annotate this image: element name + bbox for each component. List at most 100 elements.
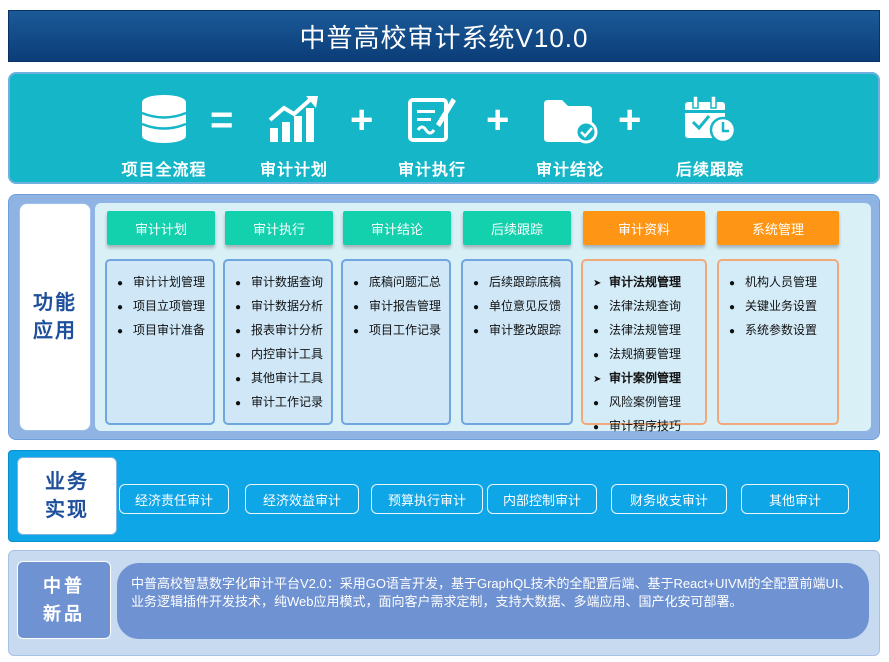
list-item: ➤ 审计法规管理 — [593, 271, 705, 295]
flow-label: 后续跟踪 — [675, 162, 744, 179]
module-box-audit-plan: ● 审计计划管理 ● 项目立项管理 ● 项目审计准备 — [105, 259, 215, 425]
bullet-icon: ● — [729, 302, 736, 313]
module-header-audit-materials: 审计资料 — [583, 211, 705, 245]
plus-operator: + — [618, 98, 642, 142]
list-item: ● 风险案例管理 — [593, 391, 705, 415]
list-item: ● 法律法规查询 — [593, 295, 705, 319]
bullet-icon: ● — [117, 278, 124, 289]
flow-label: 审计执行 — [397, 162, 466, 179]
module-box-audit-execution: ● 审计数据查询 ● 审计数据分析 ● 报表审计分析 ● 内控审计工具 ● 其他审计工具 … — [223, 259, 333, 425]
module-box-system-management: ● 机构人员管理 ● 关键业务设置 ● 系统参数设置 — [717, 259, 839, 425]
list-item: ● 底稿问题汇总 — [353, 271, 449, 295]
bullet-icon: ● — [473, 302, 480, 313]
list-item: ● 审计计划管理 — [117, 271, 213, 295]
bullet-icon: ● — [729, 326, 736, 337]
list-item: ● 审计报告管理 — [353, 295, 449, 319]
module-header-audit-plan: 审计计划 — [107, 211, 215, 245]
bullet-icon: ● — [473, 326, 480, 337]
list-item: ● 报表审计分析 — [235, 319, 331, 343]
flow-item-follow-up: 后续跟踪 — [650, 92, 770, 180]
bullet-icon: ● — [353, 278, 360, 289]
list-item: ● 审计程序技巧 — [593, 415, 705, 439]
module-title: 审计结论 — [370, 221, 423, 237]
list-item: ● 审计工作记录 — [235, 391, 331, 415]
module-title: 审计计划 — [134, 221, 187, 237]
business-label-text: 业务实现 — [45, 471, 89, 521]
bullet-icon: ● — [593, 350, 600, 361]
product-description: 中普高校智慧数字化审计平台V2.0：采用GO语言开发，基于GraphQL技术的全… — [117, 563, 869, 639]
list-item: ● 法律法规管理 — [593, 319, 705, 343]
list-item: ● 项目审计准备 — [117, 319, 213, 343]
bullet-icon: ● — [235, 350, 242, 361]
function-section-label: 功能应用 — [19, 203, 91, 431]
bullet-icon: ● — [353, 302, 360, 313]
calendar-clock-icon — [650, 92, 770, 144]
bullet-icon: ● — [235, 374, 242, 385]
module-header-audit-execution: 审计执行 — [225, 211, 333, 245]
page-title: 中普高校审计系统V10.0 — [299, 22, 589, 53]
plus-operator: + — [486, 98, 510, 142]
business-button-internal-control[interactable]: 内部控制审计 — [487, 484, 597, 514]
flow-item-audit-conclusion: 审计结论 — [510, 92, 630, 180]
business-button-other[interactable]: 其他审计 — [741, 484, 849, 514]
product-section-label: 中普新品 — [17, 561, 111, 639]
list-item: ● 内控审计工具 — [235, 343, 331, 367]
arrow-right-icon: ➤ — [593, 374, 602, 385]
list-item: ● 项目立项管理 — [117, 295, 213, 319]
plus-operator: + — [350, 98, 374, 142]
bullet-icon: ● — [235, 398, 242, 409]
list-item: ➤ 审计案例管理 — [593, 367, 705, 391]
business-button-economic-responsibility[interactable]: 经济责任审计 — [119, 484, 229, 514]
business-section-label: 业务实现 — [17, 457, 117, 535]
function-modules-panel: 审计计划 ● 审计计划管理 ● 项目立项管理 ● 项目审计准备 审计执行 ● 审计数据查… — [95, 203, 871, 433]
business-button-budget-execution[interactable]: 预算执行审计 — [371, 484, 483, 514]
bullet-icon: ● — [353, 326, 360, 337]
bullet-icon: ● — [235, 278, 242, 289]
list-item: ● 法规摘要管理 — [593, 343, 705, 367]
flow-label: 审计计划 — [259, 162, 328, 179]
bullet-icon: ● — [593, 422, 600, 433]
bar-chart-icon — [234, 92, 354, 144]
title-bar: 中普高校审计系统V10.0 — [8, 10, 880, 62]
equals-operator: = — [210, 98, 234, 142]
function-section: 功能应用 审计计划 ● 审计计划管理 ● 项目立项管理 ● 项目审计准备 审计执行 ●… — [8, 194, 880, 440]
business-button-economic-benefit[interactable]: 经济效益审计 — [245, 484, 359, 514]
product-section: 中普新品 中普高校智慧数字化审计平台V2.0：采用GO语言开发，基于GraphQ… — [8, 550, 880, 656]
bullet-icon: ● — [593, 398, 600, 409]
list-item: ● 审计数据分析 — [235, 295, 331, 319]
folder-check-icon — [510, 92, 630, 144]
list-item: ● 单位意见反馈 — [473, 295, 571, 319]
function-label-text: 功能应用 — [33, 292, 77, 342]
flow-item-full-process: 项目全流程 — [104, 92, 224, 180]
bullet-icon: ● — [117, 302, 124, 313]
bullet-icon: ● — [117, 326, 124, 337]
module-title: 后续跟踪 — [490, 221, 543, 237]
module-header-audit-conclusion: 审计结论 — [343, 211, 451, 245]
bullet-icon: ● — [473, 278, 480, 289]
list-item: ● 关键业务设置 — [729, 295, 837, 319]
bullet-icon: ● — [235, 326, 242, 337]
bullet-icon: ● — [729, 278, 736, 289]
list-item: ● 审计整改跟踪 — [473, 319, 571, 343]
module-box-audit-conclusion: ● 底稿问题汇总 ● 审计报告管理 ● 项目工作记录 — [341, 259, 451, 425]
bullet-icon: ● — [235, 302, 242, 313]
flow-band: 项目全流程 = 审计计划 + 审计执行 + 审计结论 + 后续跟踪 — [8, 72, 880, 184]
list-item: ● 审计数据查询 — [235, 271, 331, 295]
edit-document-icon — [372, 92, 492, 144]
module-header-system-management: 系统管理 — [717, 211, 839, 245]
database-icon — [104, 92, 224, 144]
module-title: 系统管理 — [751, 221, 804, 237]
flow-label: 项目全流程 — [121, 162, 207, 179]
flow-item-audit-plan: 审计计划 — [234, 92, 354, 180]
bullet-icon: ● — [593, 326, 600, 337]
list-item: ● 后续跟踪底稿 — [473, 271, 571, 295]
list-item: ● 系统参数设置 — [729, 319, 837, 343]
business-button-financial[interactable]: 财务收支审计 — [611, 484, 727, 514]
module-box-audit-materials: ➤ 审计法规管理 ● 法律法规查询 ● 法律法规管理 ● 法规摘要管理 ➤ 审计案例管理 … — [581, 259, 707, 433]
arrow-right-icon: ➤ — [593, 278, 602, 289]
flow-item-audit-execution: 审计执行 — [372, 92, 492, 180]
module-header-follow-up: 后续跟踪 — [463, 211, 571, 245]
module-box-follow-up: ● 后续跟踪底稿 ● 单位意见反馈 ● 审计整改跟踪 — [461, 259, 573, 425]
product-label-text: 中普新品 — [43, 576, 85, 624]
flow-label: 审计结论 — [535, 162, 604, 179]
